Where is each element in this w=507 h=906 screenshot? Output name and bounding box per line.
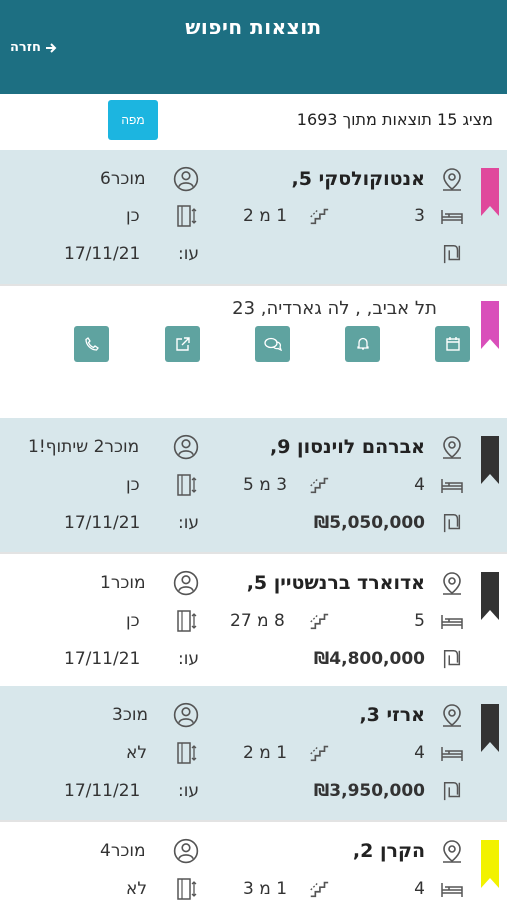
chat-icon [263, 337, 282, 351]
open-external-button[interactable] [165, 326, 200, 362]
parking-value: כן [126, 611, 140, 631]
stairs-icon [306, 468, 332, 502]
listing-address: ארזי 3, [359, 704, 425, 726]
listing-card[interactable]: אדוארד ברנשטיין 5, מוכר1 5 8 מ 27 כן ₪4,… [0, 552, 507, 686]
phone-icon [84, 337, 99, 351]
floor-value: 8 מ 27 [230, 611, 285, 631]
listing-card[interactable]: הקרן 2, מוכר4 4 1 מ 3 לא [0, 820, 507, 900]
back-button[interactable]: חזרה [10, 40, 57, 55]
full-address: תל אביב, , לה גארדיה, 23 [232, 298, 437, 319]
parking-value: כן [126, 475, 140, 495]
user-icon [172, 834, 200, 868]
results-count: מציג 15 תוצאות מתוך 1693 [296, 110, 493, 129]
bed-icon [437, 468, 467, 502]
until-label: עו: [178, 781, 200, 801]
results-summary: מציג 15 תוצאות מתוך 1693 מפה [0, 94, 507, 150]
door-icon [173, 872, 199, 906]
until-label: עו: [178, 649, 200, 669]
door-icon [173, 736, 199, 770]
shekel-icon [437, 506, 467, 540]
floor-value: 3 מ 5 [243, 475, 288, 495]
until-label: עו: [178, 244, 200, 264]
user-icon [172, 566, 200, 600]
parking-value: לא [126, 879, 148, 899]
rooms-value: 4 [414, 475, 425, 495]
listing-card[interactable]: אברהם לוינסון 9, מוכר2 שיתוף!1 4 3 מ 5 כ… [0, 418, 507, 552]
listing-card[interactable]: ארזי 3, מוכ3 4 1 מ 2 לא ₪3,950,000 עו: 1… [0, 686, 507, 820]
user-icon [172, 162, 200, 196]
floor-value: 1 מ 2 [243, 206, 288, 226]
shekel-icon [437, 237, 467, 271]
rooms-value: 4 [414, 743, 425, 763]
calendar-icon [445, 337, 460, 351]
call-button[interactable] [74, 326, 109, 362]
user-icon [172, 698, 200, 732]
parking-value: כן [126, 206, 140, 226]
shekel-icon [437, 642, 467, 676]
listing-card[interactable]: אנטוקולסקי 5, מוכר6 3 1 מ 2 כן עו: 17/11… [0, 150, 507, 284]
bookmark-icon[interactable] [481, 301, 499, 349]
listing-price: ₪3,950,000 [313, 781, 425, 801]
calendar-button[interactable] [435, 326, 470, 362]
listing-date: 17/11/21 [64, 513, 141, 533]
door-icon [173, 468, 199, 502]
stairs-icon [306, 872, 332, 906]
chat-button[interactable] [255, 326, 290, 362]
stairs-icon [306, 736, 332, 770]
bed-icon [437, 199, 467, 233]
location-pin-icon [437, 162, 467, 196]
rooms-value: 5 [414, 611, 425, 631]
external-link-icon [175, 337, 190, 351]
arrow-right-icon [45, 42, 57, 54]
shekel-icon [437, 774, 467, 808]
listing-price: ₪5,050,000 [313, 513, 425, 533]
seller-name: מוכר1 [100, 573, 146, 593]
listing-address: אנטוקולסקי 5, [291, 168, 425, 190]
page-title: תוצאות חיפוש [185, 15, 322, 39]
listing-address: אברהם לוינסון 9, [269, 436, 425, 458]
location-pin-icon [437, 834, 467, 868]
listing-address: הקרן 2, [352, 840, 425, 862]
listing-date: 17/11/21 [64, 649, 141, 669]
door-icon [173, 604, 199, 638]
stairs-icon [306, 604, 332, 638]
user-icon [172, 430, 200, 464]
listing-date: 17/11/21 [64, 781, 141, 801]
location-pin-icon [437, 430, 467, 464]
seller-name: מוכר2 שיתוף!1 [28, 437, 140, 457]
seller-name: מוכ3 [112, 705, 148, 725]
back-label: חזרה [10, 40, 41, 55]
rooms-value: 3 [414, 206, 425, 226]
listing-address: אדוארד ברנשטיין 5, [246, 572, 425, 594]
stairs-icon [306, 199, 332, 233]
listing-details: תל אביב, , לה גארדיה, 23 [0, 284, 507, 418]
listing-date: 17/11/21 [64, 244, 141, 264]
bed-icon [437, 736, 467, 770]
rooms-value: 4 [414, 879, 425, 899]
app-header: תוצאות חיפוש חזרה [0, 0, 507, 94]
location-pin-icon [437, 698, 467, 732]
until-label: עו: [178, 513, 200, 533]
listing-price: ₪4,800,000 [313, 649, 425, 669]
map-button[interactable]: מפה [108, 100, 158, 140]
alert-button[interactable] [345, 326, 380, 362]
bed-icon [437, 872, 467, 906]
bell-icon [356, 337, 369, 350]
seller-name: מוכר4 [100, 841, 146, 861]
floor-value: 1 מ 2 [243, 743, 288, 763]
location-pin-icon [437, 566, 467, 600]
seller-name: מוכר6 [100, 169, 146, 189]
parking-value: לא [126, 743, 148, 763]
door-icon [173, 199, 199, 233]
floor-value: 1 מ 3 [243, 879, 288, 899]
bed-icon [437, 604, 467, 638]
